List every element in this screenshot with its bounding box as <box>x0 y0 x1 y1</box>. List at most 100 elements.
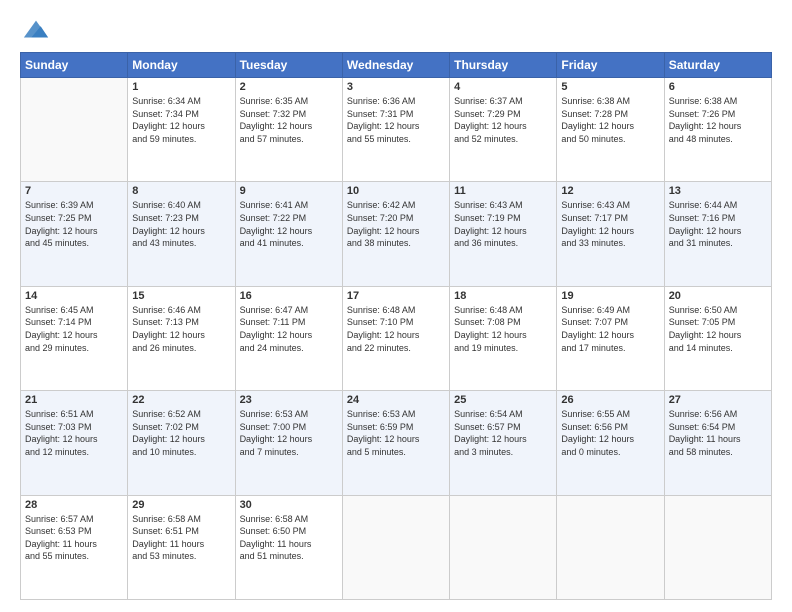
weekday-wednesday: Wednesday <box>342 53 449 78</box>
day-info: Sunrise: 6:40 AMSunset: 7:23 PMDaylight:… <box>132 199 230 249</box>
day-number: 19 <box>561 290 659 302</box>
day-number: 10 <box>347 185 445 197</box>
logo-icon <box>22 16 50 44</box>
calendar-cell: 29 Sunrise: 6:58 AMSunset: 6:51 PMDayligh… <box>128 495 235 599</box>
day-info: Sunrise: 6:41 AMSunset: 7:22 PMDaylight:… <box>240 199 338 249</box>
calendar-cell: 5Sunrise: 6:38 AMSunset: 7:28 PMDaylight… <box>557 78 664 182</box>
calendar-cell: 25 Sunrise: 6:54 AMSunset: 6:57 PMDayligh… <box>450 391 557 495</box>
day-info: Sunrise: 6:58 AMSunset: 6:51 PMDaylight:… <box>132 513 230 563</box>
calendar-cell: 9 Sunrise: 6:41 AMSunset: 7:22 PMDaylight… <box>235 182 342 286</box>
calendar-cell: 24 Sunrise: 6:53 AMSunset: 6:59 PMDayligh… <box>342 391 449 495</box>
day-number: 16 <box>240 290 338 302</box>
day-info: Sunrise: 6:46 AMSunset: 7:13 PMDaylight:… <box>132 304 230 354</box>
day-number: 14 <box>25 290 123 302</box>
day-number: 23 <box>240 394 338 406</box>
day-info: Sunrise: 6:45 AMSunset: 7:14 PMDaylight:… <box>25 304 123 354</box>
day-number: 17 <box>347 290 445 302</box>
day-info: Sunrise: 6:37 AMSunset: 7:29 PMDaylight:… <box>454 95 552 145</box>
day-number: 8 <box>132 185 230 197</box>
day-info: Sunrise: 6:58 AMSunset: 6:50 PMDaylight:… <box>240 513 338 563</box>
calendar-cell: 16 Sunrise: 6:47 AMSunset: 7:11 PMDayligh… <box>235 286 342 390</box>
day-info: Sunrise: 6:55 AMSunset: 6:56 PMDaylight:… <box>561 408 659 458</box>
week-row-1: 1Sunrise: 6:34 AMSunset: 7:34 PMDaylight… <box>21 78 772 182</box>
day-info: Sunrise: 6:53 AMSunset: 6:59 PMDaylight:… <box>347 408 445 458</box>
calendar-cell <box>342 495 449 599</box>
day-number: 26 <box>561 394 659 406</box>
calendar-cell: 8 Sunrise: 6:40 AMSunset: 7:23 PMDaylight… <box>128 182 235 286</box>
day-number: 21 <box>25 394 123 406</box>
day-number: 25 <box>454 394 552 406</box>
week-row-3: 14 Sunrise: 6:45 AMSunset: 7:14 PMDayligh… <box>21 286 772 390</box>
calendar-cell: 30 Sunrise: 6:58 AMSunset: 6:50 PMDayligh… <box>235 495 342 599</box>
calendar-cell: 14 Sunrise: 6:45 AMSunset: 7:14 PMDayligh… <box>21 286 128 390</box>
weekday-sunday: Sunday <box>21 53 128 78</box>
day-number: 12 <box>561 185 659 197</box>
day-number: 13 <box>669 185 767 197</box>
day-info: Sunrise: 6:43 AMSunset: 7:19 PMDaylight:… <box>454 199 552 249</box>
calendar-cell: 10Sunrise: 6:42 AMSunset: 7:20 PMDayligh… <box>342 182 449 286</box>
day-number: 27 <box>669 394 767 406</box>
day-info: Sunrise: 6:38 AMSunset: 7:26 PMDaylight:… <box>669 95 767 145</box>
calendar-cell: 4 Sunrise: 6:37 AMSunset: 7:29 PMDaylight… <box>450 78 557 182</box>
day-number: 11 <box>454 185 552 197</box>
day-info: Sunrise: 6:51 AMSunset: 7:03 PMDaylight:… <box>25 408 123 458</box>
calendar-cell <box>21 78 128 182</box>
day-info: Sunrise: 6:53 AMSunset: 7:00 PMDaylight:… <box>240 408 338 458</box>
day-number: 18 <box>454 290 552 302</box>
calendar-cell: 1Sunrise: 6:34 AMSunset: 7:34 PMDaylight… <box>128 78 235 182</box>
day-info: Sunrise: 6:35 AMSunset: 7:32 PMDaylight:… <box>240 95 338 145</box>
weekday-saturday: Saturday <box>664 53 771 78</box>
day-info: Sunrise: 6:47 AMSunset: 7:11 PMDaylight:… <box>240 304 338 354</box>
day-info: Sunrise: 6:34 AMSunset: 7:34 PMDaylight:… <box>132 95 230 145</box>
day-number: 5 <box>561 81 659 93</box>
calendar-cell: 7 Sunrise: 6:39 AMSunset: 7:25 PMDaylight… <box>21 182 128 286</box>
weekday-monday: Monday <box>128 53 235 78</box>
weekday-tuesday: Tuesday <box>235 53 342 78</box>
day-info: Sunrise: 6:56 AMSunset: 6:54 PMDaylight:… <box>669 408 767 458</box>
day-number: 22 <box>132 394 230 406</box>
day-number: 7 <box>25 185 123 197</box>
week-row-2: 7 Sunrise: 6:39 AMSunset: 7:25 PMDaylight… <box>21 182 772 286</box>
day-info: Sunrise: 6:54 AMSunset: 6:57 PMDaylight:… <box>454 408 552 458</box>
calendar-cell: 17 Sunrise: 6:48 AMSunset: 7:10 PMDayligh… <box>342 286 449 390</box>
day-number: 6 <box>669 81 767 93</box>
calendar-cell: 13 Sunrise: 6:44 AMSunset: 7:16 PMDayligh… <box>664 182 771 286</box>
day-info: Sunrise: 6:48 AMSunset: 7:08 PMDaylight:… <box>454 304 552 354</box>
calendar-cell: 11 Sunrise: 6:43 AMSunset: 7:19 PMDayligh… <box>450 182 557 286</box>
day-number: 30 <box>240 499 338 511</box>
calendar-cell: 19 Sunrise: 6:49 AMSunset: 7:07 PMDayligh… <box>557 286 664 390</box>
logo <box>20 20 50 44</box>
calendar-cell: 27 Sunrise: 6:56 AMSunset: 6:54 PMDayligh… <box>664 391 771 495</box>
calendar-cell <box>557 495 664 599</box>
day-number: 29 <box>132 499 230 511</box>
calendar-cell: 18 Sunrise: 6:48 AMSunset: 7:08 PMDayligh… <box>450 286 557 390</box>
day-info: Sunrise: 6:52 AMSunset: 7:02 PMDaylight:… <box>132 408 230 458</box>
calendar-cell: 21 Sunrise: 6:51 AMSunset: 7:03 PMDayligh… <box>21 391 128 495</box>
calendar-cell: 3Sunrise: 6:36 AMSunset: 7:31 PMDaylight… <box>342 78 449 182</box>
day-number: 28 <box>25 499 123 511</box>
day-info: Sunrise: 6:44 AMSunset: 7:16 PMDaylight:… <box>669 199 767 249</box>
calendar-cell: 20 Sunrise: 6:50 AMSunset: 7:05 PMDayligh… <box>664 286 771 390</box>
day-number: 3 <box>347 81 445 93</box>
day-info: Sunrise: 6:57 AMSunset: 6:53 PMDaylight:… <box>25 513 123 563</box>
week-row-5: 28 Sunrise: 6:57 AMSunset: 6:53 PMDayligh… <box>21 495 772 599</box>
calendar-table: SundayMondayTuesdayWednesdayThursdayFrid… <box>20 52 772 600</box>
day-info: Sunrise: 6:50 AMSunset: 7:05 PMDaylight:… <box>669 304 767 354</box>
day-info: Sunrise: 6:48 AMSunset: 7:10 PMDaylight:… <box>347 304 445 354</box>
day-number: 4 <box>454 81 552 93</box>
calendar-cell: 26 Sunrise: 6:55 AMSunset: 6:56 PMDayligh… <box>557 391 664 495</box>
weekday-thursday: Thursday <box>450 53 557 78</box>
day-info: Sunrise: 6:39 AMSunset: 7:25 PMDaylight:… <box>25 199 123 249</box>
day-number: 20 <box>669 290 767 302</box>
calendar-cell: 23 Sunrise: 6:53 AMSunset: 7:00 PMDayligh… <box>235 391 342 495</box>
day-number: 24 <box>347 394 445 406</box>
day-number: 15 <box>132 290 230 302</box>
calendar-cell: 2 Sunrise: 6:35 AMSunset: 7:32 PMDaylight… <box>235 78 342 182</box>
day-number: 2 <box>240 81 338 93</box>
weekday-header-row: SundayMondayTuesdayWednesdayThursdayFrid… <box>21 53 772 78</box>
day-number: 9 <box>240 185 338 197</box>
calendar-cell: 22 Sunrise: 6:52 AMSunset: 7:02 PMDayligh… <box>128 391 235 495</box>
calendar-cell: 28 Sunrise: 6:57 AMSunset: 6:53 PMDayligh… <box>21 495 128 599</box>
day-info: Sunrise: 6:49 AMSunset: 7:07 PMDaylight:… <box>561 304 659 354</box>
weekday-friday: Friday <box>557 53 664 78</box>
